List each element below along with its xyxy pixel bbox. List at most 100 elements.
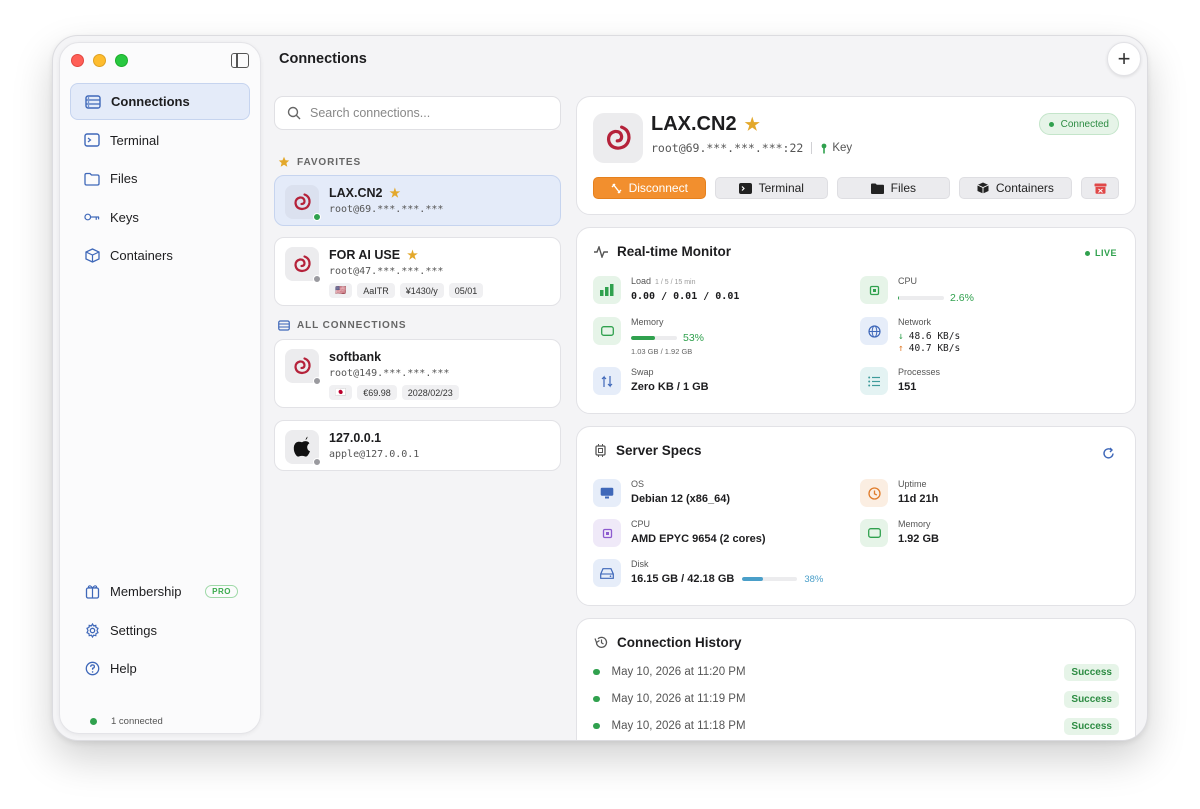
- favorite-star-icon[interactable]: ★: [745, 115, 760, 135]
- close-window-button[interactable]: [71, 54, 84, 67]
- debian-logo-icon: [294, 357, 311, 375]
- open-terminal-button[interactable]: Terminal: [714, 177, 829, 199]
- favorite-star-icon: ★: [407, 248, 418, 262]
- search-placeholder: Search connections...: [310, 106, 431, 120]
- sidebar-bottom-nav: Membership PRO Settings Help: [70, 573, 250, 689]
- sidebar-nav: Connections Terminal Files Keys Containe…: [70, 83, 250, 276]
- tag: AaITR: [357, 283, 395, 298]
- connection-tags: 🇺🇸 AaITR ¥1430/y 05/01: [329, 283, 484, 298]
- server-specs-panel: Server Specs OS Debian 12 (x86_64) Uptime…: [576, 426, 1136, 606]
- refresh-icon[interactable]: [1102, 447, 1115, 460]
- connection-card-localhost[interactable]: 127.0.0.1 apple@127.0.0.1: [274, 420, 561, 471]
- search-input[interactable]: Search connections...: [274, 96, 561, 130]
- connection-card-for-ai-use[interactable]: FOR AI USE ★ root@47.***.***.*** 🇺🇸 AaITR…: [274, 237, 561, 306]
- server-avatar: [285, 430, 321, 466]
- processes-metric: Processes 151: [860, 367, 940, 395]
- open-files-button[interactable]: Files: [837, 177, 950, 199]
- plus-icon: +: [1117, 46, 1131, 71]
- key-icon: [84, 209, 100, 225]
- box-icon: [84, 248, 100, 264]
- connection-name: FOR AI USE ★: [329, 248, 418, 262]
- connection-detail-panel: LAX.CN2 ★ root@69.***.***.***:22 Key Conn…: [576, 96, 1136, 215]
- connection-address: apple@127.0.0.1: [329, 449, 420, 460]
- folder-icon: [870, 183, 884, 194]
- arrow-up-icon: ↑: [898, 343, 904, 354]
- delete-connection-button[interactable]: [1081, 177, 1119, 199]
- disk-icon: [593, 559, 621, 587]
- add-connection-button[interactable]: +: [1107, 42, 1141, 76]
- sidebar-item-label: Settings: [110, 622, 157, 638]
- server-avatar: [285, 349, 321, 385]
- memory-icon: [593, 317, 621, 345]
- sidebar-item-label: Containers: [110, 248, 173, 263]
- minimize-window-button[interactable]: [93, 54, 106, 67]
- sidebar-item-membership[interactable]: Membership PRO: [70, 573, 250, 610]
- sidebar-item-containers[interactable]: Containers: [70, 237, 250, 274]
- disconnect-icon: [611, 183, 622, 193]
- specs-title: Server Specs: [594, 443, 702, 458]
- connection-name: 127.0.0.1: [329, 431, 382, 445]
- app-window: Connections Terminal Files Keys Containe…: [52, 35, 1148, 741]
- server-avatar-large: [593, 113, 643, 163]
- connection-address: root@149.***.***.***: [329, 368, 450, 379]
- open-containers-button[interactable]: Containers: [958, 177, 1073, 199]
- zoom-window-button[interactable]: [115, 54, 128, 67]
- debian-logo-icon: [606, 125, 631, 150]
- disconnect-button[interactable]: Disconnect: [593, 177, 706, 199]
- connected-status-badge: Connected: [1038, 113, 1119, 135]
- membership-icon: [84, 584, 100, 600]
- server-icon: [85, 94, 101, 110]
- debian-logo-icon: [294, 193, 311, 211]
- sidebar-item-label: Terminal: [110, 132, 160, 148]
- connection-actions: Disconnect Terminal Files Containers: [593, 177, 1119, 199]
- apple-logo-icon: [293, 436, 310, 457]
- connection-status: 1 connected: [90, 716, 163, 727]
- price-tag: ¥1430/y: [399, 283, 444, 298]
- sidebar-item-label: Membership: [110, 584, 182, 599]
- window-controls: [71, 54, 128, 67]
- clock-icon: [860, 479, 888, 507]
- load-metric: Load 1 / 5 / 15 min 0.00 / 0.01 / 0.01: [593, 276, 739, 304]
- activity-icon: [594, 245, 608, 258]
- server-name: LAX.CN2 ★: [651, 113, 760, 135]
- flag-jp-tag: 🇯🇵: [329, 385, 353, 400]
- connection-card-lax-cn2[interactable]: LAX.CN2 ★ root@69.***.***.***: [274, 175, 561, 226]
- memory-spec: Memory 1.92 GB: [860, 519, 939, 547]
- sidebar-toggle-icon[interactable]: [231, 53, 249, 68]
- connection-tags: 🇯🇵 €69.98 2028/02/23: [329, 385, 459, 400]
- uptime-spec: Uptime 11d 21h: [860, 479, 938, 507]
- history-row: May 10, 2026 at 11:19 PM Success: [593, 689, 1119, 709]
- sidebar-item-keys[interactable]: Keys: [70, 199, 250, 236]
- monitor-title: Real-time Monitor: [594, 244, 731, 259]
- connection-status-text: 1 connected: [111, 716, 163, 727]
- history-row: May 10, 2026 at 11:18 PM Success: [593, 716, 1119, 736]
- swap-icon: [593, 367, 621, 395]
- offline-status-dot: [313, 275, 321, 283]
- expiry-tag: 2028/02/23: [401, 385, 459, 400]
- connection-card-softbank[interactable]: softbank root@149.***.***.*** 🇯🇵 €69.98 …: [274, 339, 561, 408]
- search-icon: [287, 106, 301, 120]
- star-icon: [278, 156, 290, 168]
- expiry-tag: 05/01: [448, 283, 484, 298]
- sidebar-item-help[interactable]: Help: [70, 650, 250, 687]
- sidebar-item-label: Connections: [111, 94, 190, 109]
- history-row: May 10, 2026 at 11:20 PM Success: [593, 662, 1119, 682]
- online-status-dot: [313, 213, 321, 221]
- sidebar-item-files[interactable]: Files: [70, 160, 250, 197]
- sidebar-item-settings[interactable]: Settings: [70, 612, 250, 649]
- trash-icon: [1094, 183, 1107, 194]
- sidebar-item-connections[interactable]: Connections: [70, 83, 250, 120]
- server-avatar: [285, 247, 321, 283]
- help-icon: [84, 661, 100, 677]
- connection-history-panel: Connection History May 10, 2026 at 11:20…: [576, 618, 1136, 740]
- cpu-chip-icon: [593, 519, 621, 547]
- terminal-icon: [738, 182, 752, 194]
- sidebar-item-terminal[interactable]: Terminal: [70, 122, 250, 159]
- list-icon: [860, 367, 888, 395]
- status-dot-icon: [593, 668, 600, 676]
- success-badge: Success: [1064, 717, 1119, 735]
- success-badge: Success: [1064, 690, 1119, 708]
- connection-address: root@47.***.***.***: [329, 266, 444, 277]
- status-dot-icon: [90, 718, 97, 725]
- memory-usage-bar: [631, 336, 677, 340]
